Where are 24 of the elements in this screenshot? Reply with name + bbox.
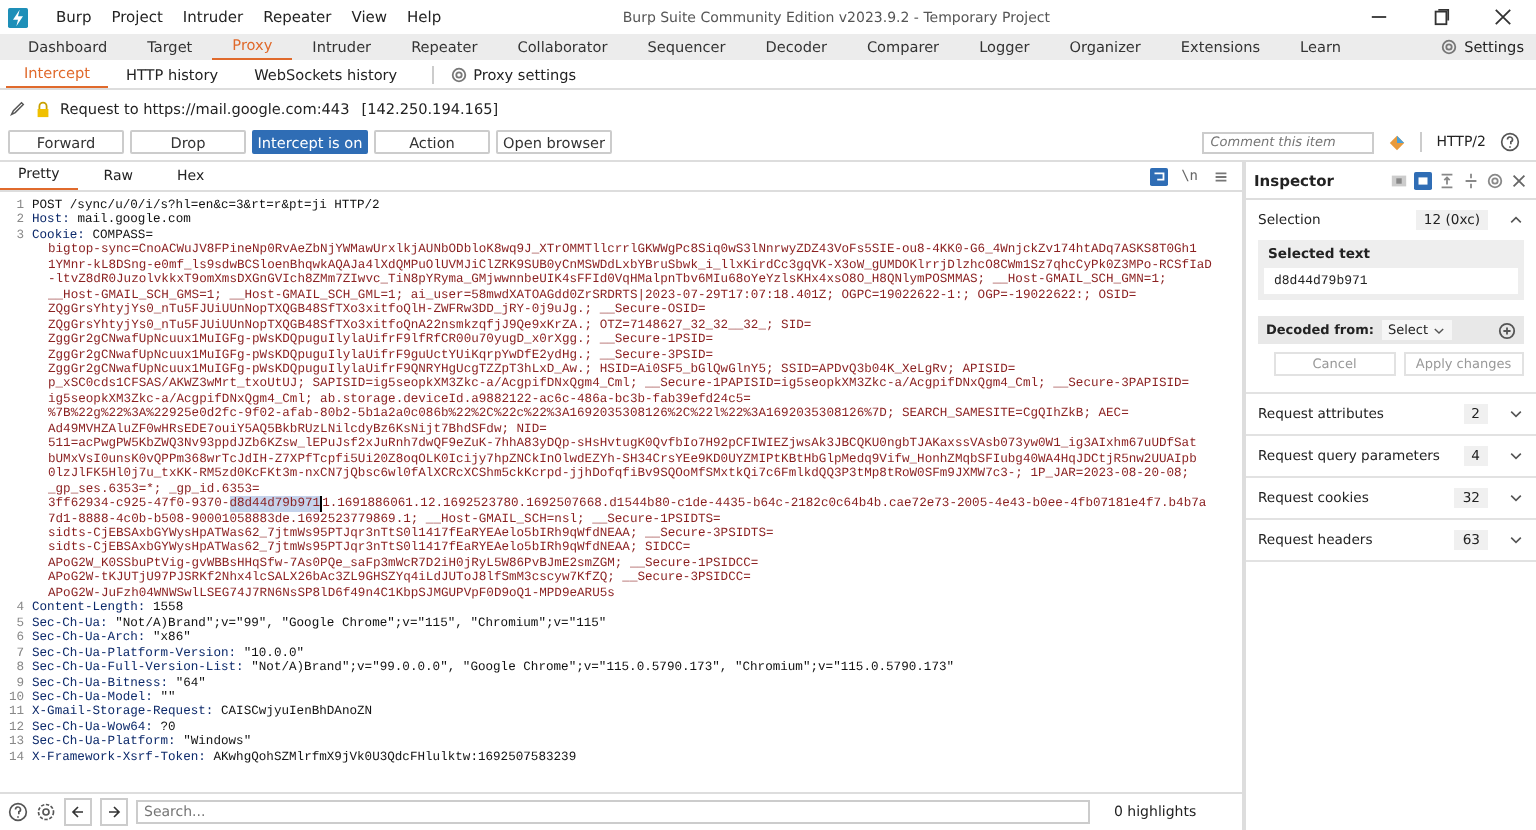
burp-logo-icon — [8, 7, 28, 27]
settings-icon[interactable] — [36, 802, 56, 822]
help-icon[interactable] — [8, 802, 28, 822]
close-icon[interactable] — [1510, 171, 1528, 189]
chevron-down-icon[interactable] — [1508, 406, 1524, 422]
chevron-down-icon[interactable] — [1508, 490, 1524, 506]
settings-icon[interactable] — [1486, 171, 1504, 189]
restore-icon[interactable] — [1432, 8, 1450, 26]
lock-icon — [34, 100, 52, 118]
help-icon[interactable] — [1500, 132, 1520, 152]
align-icon[interactable] — [1438, 171, 1456, 189]
add-icon[interactable] — [1498, 321, 1516, 339]
split-icon[interactable] — [1462, 171, 1480, 189]
menu-icon[interactable] — [1212, 167, 1230, 185]
settings-icon[interactable] — [1440, 38, 1459, 56]
pencil-icon[interactable] — [8, 100, 26, 118]
settings-icon[interactable] — [449, 65, 468, 83]
close-icon[interactable] — [1494, 8, 1512, 26]
wrap-toggle-icon[interactable] — [1149, 167, 1168, 185]
chevron-down-icon[interactable] — [1508, 448, 1524, 464]
chevron-down-icon[interactable] — [1508, 532, 1524, 548]
chevron-up-icon[interactable] — [1508, 212, 1524, 228]
caret-icon — [1432, 323, 1447, 337]
highlight-icon[interactable] — [1388, 133, 1407, 151]
